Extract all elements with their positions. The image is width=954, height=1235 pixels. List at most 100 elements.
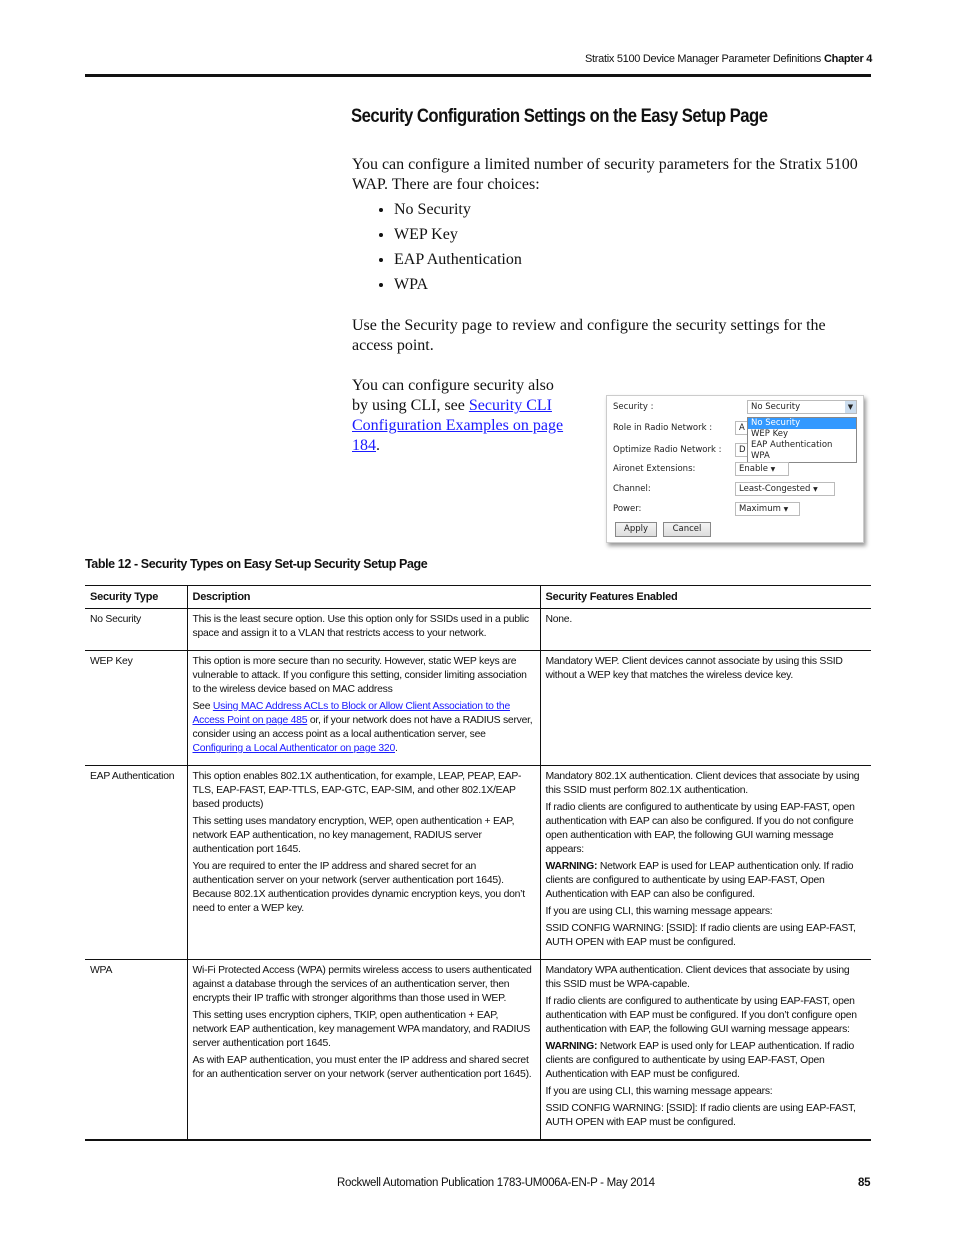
cell-text: SSID CONFIG WARNING: [SSID]: If radio cl… bbox=[545, 1103, 856, 1128]
security-types-table: Security Type Description Security Featu… bbox=[85, 585, 871, 1141]
cell-text: If you are using CLI, this warning messa… bbox=[545, 1086, 773, 1097]
cli-paragraph: You can configure security also by using… bbox=[352, 376, 572, 456]
cell-paragraph: Mandatory 802.1X authentication. Client … bbox=[546, 770, 867, 798]
security-type-cell: No Security bbox=[85, 608, 187, 651]
choice-item: WPA bbox=[394, 275, 522, 300]
chevron-down-icon: ▼ bbox=[783, 506, 789, 513]
cell-text: If you are using CLI, this warning messa… bbox=[545, 906, 773, 917]
features-cell: Mandatory 802.1X authentication. Client … bbox=[539, 765, 871, 960]
cell-paragraph: This setting uses mandatory encryption, … bbox=[193, 815, 535, 857]
warning-label: WARNING: bbox=[545, 1041, 598, 1052]
cell-text: This option is more secure than no secur… bbox=[192, 656, 527, 695]
aironet-label: Aironet Extensions: bbox=[613, 464, 696, 474]
cell-text: This option enables 802.1X authenticatio… bbox=[192, 771, 522, 810]
cell-text: Mandatory WEP. Client devices cannot ass… bbox=[545, 656, 843, 681]
description-cell: This option is more secure than no secur… bbox=[186, 650, 540, 766]
cell-text: Mandatory 802.1X authentication. Client … bbox=[545, 771, 860, 796]
column-header: Security Features Enabled bbox=[539, 585, 871, 609]
cell-paragraph: This option is more secure than no secur… bbox=[193, 655, 535, 697]
cell-paragraph: This option enables 802.1X authenticatio… bbox=[193, 770, 535, 812]
power-select[interactable]: Maximum ▼ bbox=[735, 502, 800, 516]
cell-paragraph: This is the least secure option. Use thi… bbox=[193, 613, 535, 641]
cell-text: If radio clients are configured to authe… bbox=[545, 802, 855, 855]
cell-text: See bbox=[192, 701, 213, 712]
table-row: EAP Authentication This option enables 80… bbox=[85, 765, 871, 960]
choice-item: EAP Authentication bbox=[394, 250, 522, 275]
cell-paragraph: If you are using CLI, this warning messa… bbox=[546, 905, 867, 919]
aironet-value: Enable bbox=[739, 464, 768, 474]
section-title: Security Configuration Settings on the E… bbox=[351, 106, 768, 127]
choices-list: No Security WEP Key EAP Authentication W… bbox=[372, 200, 522, 300]
choice-item: WEP Key bbox=[394, 225, 522, 250]
cell-text: This setting uses mandatory encryption, … bbox=[192, 816, 515, 855]
cell-paragraph: SSID CONFIG WARNING: [SSID]: If radio cl… bbox=[546, 922, 867, 950]
security-select[interactable]: No Security ▼ bbox=[747, 400, 857, 414]
cancel-button[interactable]: Cancel bbox=[663, 522, 711, 537]
cell-paragraph: Mandatory WEP. Client devices cannot ass… bbox=[546, 655, 867, 683]
role-label: Role in Radio Network : bbox=[613, 423, 713, 433]
channel-value: Least-Congested bbox=[739, 484, 811, 494]
cell-paragraph: As with EAP authentication, you must ent… bbox=[193, 1054, 535, 1082]
column-header: Security Type bbox=[85, 585, 187, 609]
channel-select[interactable]: Least-Congested ▼ bbox=[735, 482, 835, 496]
power-label: Power: bbox=[613, 504, 642, 514]
channel-label: Channel: bbox=[613, 484, 651, 494]
security-type-cell: WPA bbox=[85, 959, 187, 1141]
cell-text: . bbox=[395, 743, 398, 754]
table-caption: Table 12 - Security Types on Easy Set-up… bbox=[85, 557, 428, 571]
cell-paragraph: If you are using CLI, this warning messa… bbox=[546, 1085, 867, 1099]
security-dropdown-list: No Security WEP Key EAP Authentication W… bbox=[747, 417, 857, 463]
features-cell: Mandatory WPA authentication. Client dev… bbox=[539, 959, 871, 1141]
cell-paragraph: If radio clients are configured to authe… bbox=[546, 801, 867, 857]
cell-text: As with EAP authentication, you must ent… bbox=[192, 1055, 532, 1080]
running-title: Stratix 5100 Device Manager Parameter De… bbox=[585, 53, 821, 65]
cell-paragraph: Wi-Fi Protected Access (WPA) permits wir… bbox=[193, 964, 535, 1006]
description-cell: This is the least secure option. Use thi… bbox=[186, 608, 540, 651]
power-value: Maximum bbox=[739, 504, 781, 514]
chevron-down-icon: ▼ bbox=[845, 401, 856, 413]
security-select-value: No Security bbox=[751, 402, 801, 412]
header-rule bbox=[85, 74, 871, 77]
cell-text: This setting uses encryption ciphers, TK… bbox=[192, 1010, 531, 1049]
description-cell: Wi-Fi Protected Access (WPA) permits wir… bbox=[186, 959, 540, 1141]
cell-paragraph: None. bbox=[546, 613, 867, 627]
warning-label: WARNING: bbox=[545, 861, 598, 872]
aironet-select[interactable]: Enable ▼ bbox=[735, 462, 789, 476]
security-type-cell: EAP Authentication bbox=[85, 765, 187, 960]
cell-paragraph: Mandatory WPA authentication. Client dev… bbox=[546, 964, 867, 992]
document-page: Stratix 5100 Device Manager Parameter De… bbox=[0, 0, 954, 1235]
cell-text: SSID CONFIG WARNING: [SSID]: If radio cl… bbox=[545, 923, 856, 948]
chevron-down-icon: ▼ bbox=[770, 466, 776, 473]
cell-text: This is the least secure option. Use thi… bbox=[192, 614, 530, 639]
cell-text: Mandatory WPA authentication. Client dev… bbox=[545, 965, 850, 990]
features-cell: None. bbox=[539, 608, 871, 651]
page-number: 85 bbox=[858, 1177, 871, 1189]
dropdown-option[interactable]: WEP Key bbox=[748, 429, 856, 440]
intro-paragraph: You can configure a limited number of se… bbox=[352, 156, 858, 193]
cell-paragraph: WARNING: Network EAP is used for LEAP au… bbox=[546, 860, 867, 902]
cell-text: If radio clients are configured to authe… bbox=[545, 996, 858, 1035]
table-row: WEP Key This option is more secure than n… bbox=[85, 650, 871, 766]
security-label: Security : bbox=[613, 402, 654, 412]
dropdown-option[interactable]: WPA bbox=[748, 451, 856, 462]
cell-text: You are required to enter the IP address… bbox=[192, 861, 526, 914]
cell-paragraph: If radio clients are configured to authe… bbox=[546, 995, 867, 1037]
table-row: No Security This is the least secure opti… bbox=[85, 608, 871, 651]
cell-paragraph: This setting uses encryption ciphers, TK… bbox=[193, 1009, 535, 1051]
security-settings-screenshot: Security : No Security ▼ Role in Radio Ne… bbox=[606, 395, 864, 543]
chevron-down-icon: ▼ bbox=[813, 486, 818, 493]
cli-text-end: . bbox=[376, 437, 380, 454]
table-row: WPA Wi-Fi Protected Access (WPA) permits … bbox=[85, 959, 871, 1141]
cell-paragraph: See Using MAC Address ACLs to Block or A… bbox=[193, 700, 535, 756]
apply-button[interactable]: Apply bbox=[615, 522, 657, 537]
cell-paragraph: WARNING: Network EAP is used only for LE… bbox=[546, 1040, 867, 1082]
dropdown-option[interactable]: EAP Authentication bbox=[748, 440, 856, 451]
optimize-label: Optimize Radio Network : bbox=[613, 445, 722, 455]
column-header: Description bbox=[186, 585, 540, 609]
security-type-cell: WEP Key bbox=[85, 650, 187, 766]
dropdown-option[interactable]: No Security bbox=[748, 418, 856, 429]
cross-reference-link[interactable]: Configuring a Local Authenticator on pag… bbox=[193, 743, 396, 754]
description-cell: This option enables 802.1X authenticatio… bbox=[186, 765, 540, 960]
cell-text: Wi-Fi Protected Access (WPA) permits wir… bbox=[192, 965, 532, 1004]
chapter-label: Chapter 4 bbox=[824, 53, 873, 65]
